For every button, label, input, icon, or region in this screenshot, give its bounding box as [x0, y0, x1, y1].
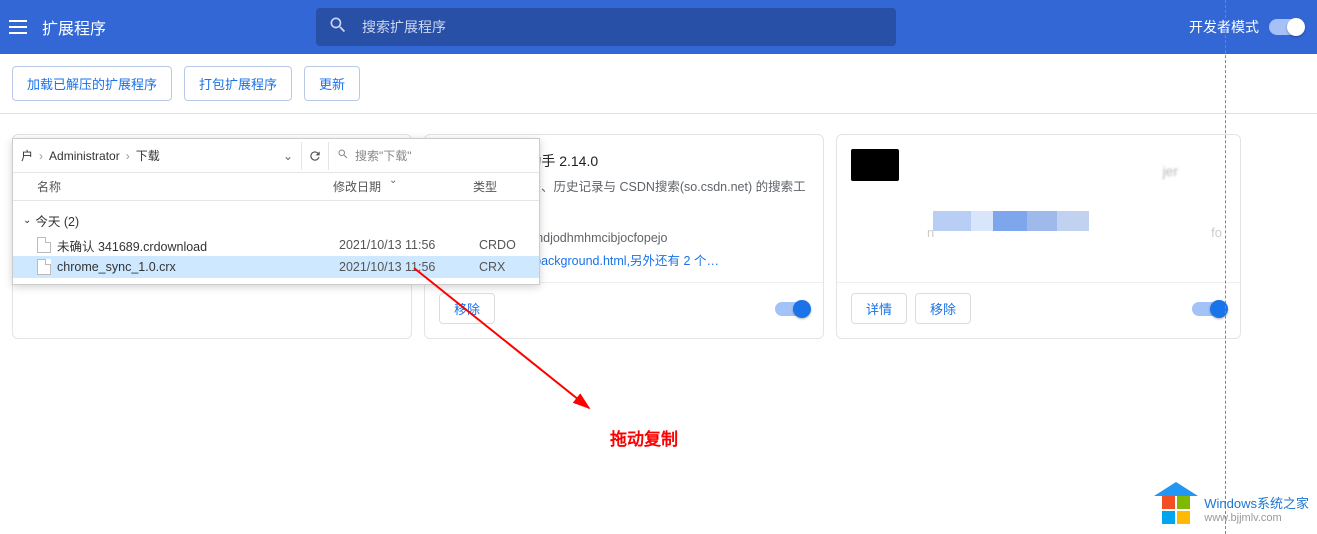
- search-icon: [328, 15, 348, 40]
- breadcrumb[interactable]: 户 › Administrator › 下载 ⌄: [13, 147, 301, 164]
- developer-mode-label: 开发者模式: [1189, 17, 1259, 37]
- search-input[interactable]: [362, 19, 884, 35]
- column-type[interactable]: 类型: [473, 178, 533, 195]
- update-button[interactable]: 更新: [304, 66, 360, 101]
- watermark-logo: Windows系统之家 www.bjjmlv.com: [1156, 488, 1309, 528]
- house-icon: [1156, 488, 1196, 528]
- chevron-down-icon[interactable]: ⌄: [283, 149, 293, 163]
- mosaic-bar: [933, 211, 1224, 231]
- header-bar: 扩展程序 开发者模式: [0, 0, 1317, 54]
- details-button[interactable]: 详情: [851, 293, 907, 324]
- extension-card-3: jer n fo 详情 移除: [836, 134, 1241, 339]
- search-bar[interactable]: [316, 8, 896, 46]
- chevron-right-icon: ›: [126, 149, 130, 163]
- remove-button[interactable]: 移除: [915, 293, 971, 324]
- guide-line: [1225, 0, 1226, 534]
- pack-extension-button[interactable]: 打包扩展程序: [184, 66, 292, 101]
- developer-mode-toggle[interactable]: [1269, 19, 1303, 35]
- file-icon: [37, 259, 51, 275]
- search-icon: [337, 148, 349, 163]
- file-explorer: 户 › Administrator › 下载 ⌄ 搜索"下载" 名称 修改日期 …: [12, 138, 540, 285]
- page-title: 扩展程序: [42, 15, 106, 39]
- chevron-right-icon: ›: [39, 149, 43, 163]
- extension-toggle[interactable]: [1192, 302, 1226, 316]
- file-row[interactable]: 未确认 341689.crdownload 2021/10/13 11:56 C…: [13, 234, 539, 256]
- toolbar: 加载已解压的扩展程序 打包扩展程序 更新: [0, 54, 1317, 114]
- group-today[interactable]: ⌄ 今天 (2): [13, 207, 539, 234]
- load-unpacked-button[interactable]: 加载已解压的扩展程序: [12, 66, 172, 101]
- menu-icon[interactable]: [4, 13, 32, 41]
- column-date[interactable]: 修改日期 ⌄: [333, 178, 473, 195]
- remove-button[interactable]: 移除: [439, 293, 495, 324]
- sort-indicator-icon: ⌄: [389, 175, 397, 186]
- extension-toggle[interactable]: [775, 302, 809, 316]
- column-headers: 名称 修改日期 ⌄ 类型: [13, 173, 539, 201]
- chevron-down-icon: ⌄: [23, 215, 31, 226]
- developer-mode: 开发者模式: [1189, 17, 1303, 37]
- refresh-button[interactable]: [301, 142, 329, 170]
- column-name[interactable]: 名称: [13, 178, 333, 195]
- annotation-text: 拖动复制: [610, 425, 678, 450]
- file-row[interactable]: chrome_sync_1.0.crx 2021/10/13 11:56 CRX: [13, 256, 539, 278]
- explorer-search[interactable]: 搜索"下载": [329, 147, 539, 164]
- file-icon: [37, 237, 51, 253]
